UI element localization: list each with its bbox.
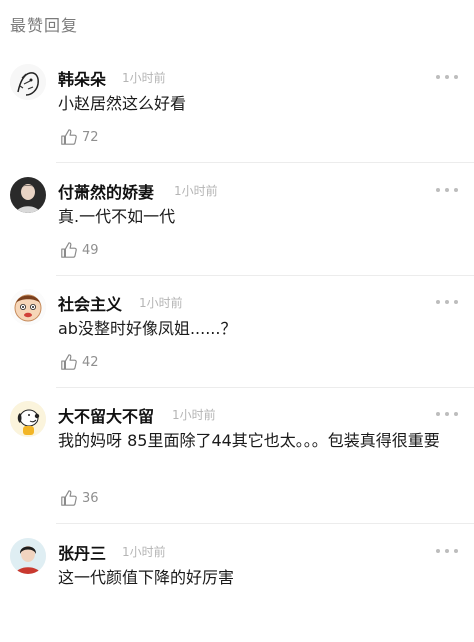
girl-portrait-avatar-icon — [10, 538, 46, 574]
more-options-button[interactable] — [436, 299, 458, 305]
sketch-avatar-icon — [10, 64, 46, 100]
user-avatar[interactable] — [10, 64, 46, 100]
comment-item: 韩朵朵 1小时前 小赵居然这么好看 72 — [0, 58, 474, 168]
divider — [56, 387, 474, 388]
like-count: 42 — [82, 354, 99, 370]
timestamp: 1小时前 — [172, 408, 216, 422]
divider — [56, 523, 474, 524]
comment-text: ab没整时好像凤姐......？ — [58, 319, 237, 338]
user-avatar[interactable] — [10, 401, 46, 437]
username[interactable]: 大不留大不留 — [58, 403, 154, 427]
user-avatar[interactable] — [10, 177, 46, 213]
timestamp: 1小时前 — [139, 296, 183, 310]
thumbs-up-icon — [61, 354, 77, 370]
more-options-button[interactable] — [436, 74, 458, 80]
user-avatar[interactable] — [10, 538, 46, 574]
comment-text: 这一代颜值下降的好厉害 — [58, 568, 235, 587]
username[interactable]: 张丹三 — [58, 540, 106, 564]
divider — [56, 162, 474, 163]
username[interactable]: 社会主义 — [58, 291, 122, 315]
like-button[interactable]: 42 — [60, 353, 99, 371]
like-count: 49 — [82, 242, 99, 258]
comment-text: 真.一代不如一代 — [58, 207, 176, 226]
comment-item: 张丹三 1小时前 这一代颜值下降的好厉害 — [0, 532, 474, 642]
comment-text: 小赵居然这么好看 — [58, 94, 187, 113]
username[interactable]: 付萧然的娇妻 — [58, 179, 154, 203]
timestamp: 1小时前 — [122, 71, 166, 85]
thumbs-up-icon — [61, 242, 77, 258]
more-dots-icon — [436, 300, 440, 304]
comment-text: 我的妈呀 85里面除了44其它也太。。。包装真得很重要 — [58, 431, 440, 450]
more-options-button[interactable] — [436, 187, 458, 193]
more-dots-icon — [436, 75, 440, 79]
like-button[interactable]: 36 — [60, 489, 99, 507]
like-count: 36 — [82, 490, 99, 506]
more-dots-icon — [436, 412, 440, 416]
cartoon-face-avatar-icon — [10, 289, 46, 325]
timestamp: 1小时前 — [174, 184, 218, 198]
comment-item: 社会主义 1小时前 ab没整时好像凤姐......？ 42 — [0, 283, 474, 393]
more-options-button[interactable] — [436, 411, 458, 417]
thumbs-up-icon — [61, 490, 77, 506]
like-button[interactable]: 49 — [60, 241, 99, 259]
like-count: 72 — [82, 129, 99, 145]
comment-item: 大不留大不留 1小时前 我的妈呀 85里面除了44其它也太。。。包装真得很重要 … — [0, 395, 474, 524]
comment-item: 付萧然的娇妻 1小时前 真.一代不如一代 49 — [0, 171, 474, 281]
thumbs-up-icon — [61, 129, 77, 145]
username[interactable]: 韩朵朵 — [58, 66, 106, 90]
more-options-button[interactable] — [436, 548, 458, 554]
snoopy-avatar-icon — [10, 401, 46, 437]
more-dots-icon — [436, 549, 440, 553]
timestamp: 1小时前 — [122, 545, 166, 559]
more-dots-icon — [436, 188, 440, 192]
section-header: 最赞回复 — [10, 16, 79, 35]
like-button[interactable]: 72 — [60, 128, 99, 146]
woman-portrait-avatar-icon — [10, 177, 46, 213]
user-avatar[interactable] — [10, 289, 46, 325]
divider — [56, 275, 474, 276]
